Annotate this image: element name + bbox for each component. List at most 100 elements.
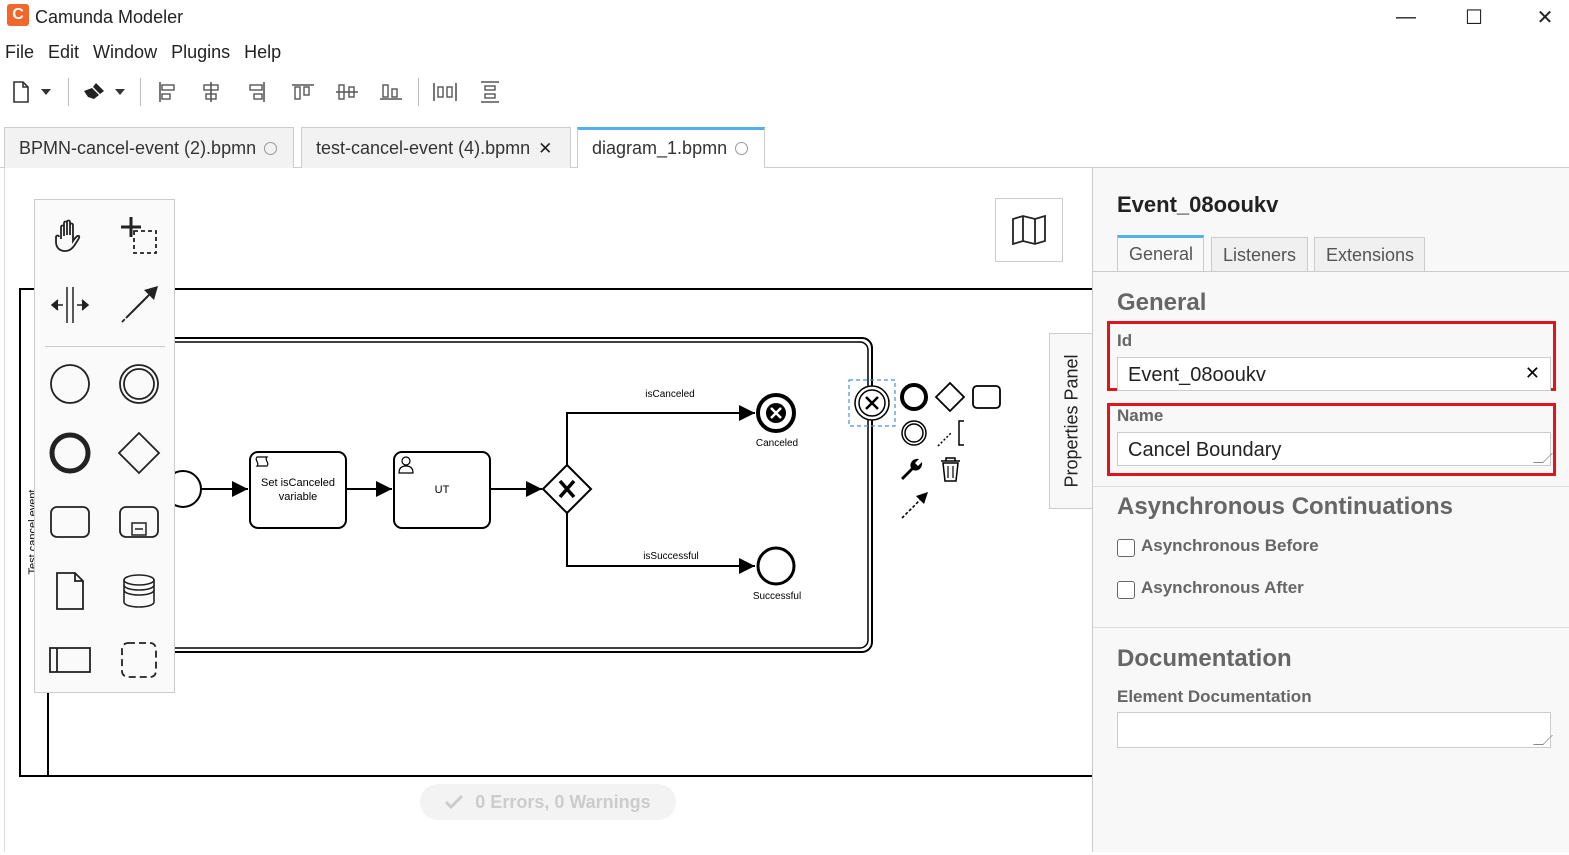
- documentation-textarea[interactable]: [1117, 712, 1553, 748]
- group-tool-icon[interactable]: [109, 630, 169, 690]
- section-divider: [1093, 486, 1569, 487]
- append-gateway-icon[interactable]: [934, 381, 966, 413]
- task-label: variable: [279, 491, 318, 503]
- app-title: Camunda Modeler: [35, 7, 184, 27]
- trash-icon[interactable]: [941, 457, 960, 482]
- flow-label: isCanceled: [645, 389, 694, 400]
- subprocess-tool-icon[interactable]: [109, 492, 169, 552]
- async-after-checkbox[interactable]: [1117, 581, 1135, 599]
- tab-extensions[interactable]: Extensions: [1314, 237, 1425, 271]
- tab-label: test-cancel-event (4).bpmn: [316, 138, 531, 158]
- tab-label: diagram_1.bpmn: [592, 138, 728, 158]
- append-task-icon[interactable]: [972, 385, 1001, 409]
- resize-handle-icon[interactable]: [1533, 735, 1553, 745]
- tab-diagram-1[interactable]: diagram_1.bpmn: [577, 127, 765, 169]
- cancel-boundary-event[interactable]: [854, 385, 890, 421]
- event-label: Successful: [753, 591, 801, 602]
- status-indicator[interactable]: 0 Errors, 0 Warnings: [420, 784, 676, 820]
- tab-label: BPMN-cancel-event (2).bpmn: [19, 138, 257, 158]
- hand-tool-icon[interactable]: [40, 206, 100, 266]
- sequence-flow-iscanceled[interactable]: [566, 405, 755, 465]
- title-bar: C Camunda Modeler — ☐ ✕: [0, 0, 1569, 34]
- async-after-label: Asynchronous After: [1141, 578, 1304, 597]
- pool[interactable]: [19, 288, 1092, 777]
- menu-file[interactable]: File: [0, 38, 43, 68]
- async-before-checkbox[interactable]: [1117, 539, 1135, 557]
- task-label: Set isCanceled: [261, 477, 335, 489]
- intermediate-event-tool-icon[interactable]: [109, 354, 169, 414]
- tab-general[interactable]: General: [1117, 235, 1204, 271]
- append-intermediate-event-icon[interactable]: [901, 420, 927, 446]
- unsaved-indicator-icon[interactable]: [264, 142, 278, 155]
- align-top-icon[interactable]: [290, 78, 316, 106]
- check-icon: [445, 795, 464, 809]
- append-end-event-icon[interactable]: [900, 383, 928, 411]
- menu-edit[interactable]: Edit: [43, 38, 88, 68]
- distribute-horizontal-icon[interactable]: [431, 78, 459, 106]
- menu-plugins[interactable]: Plugins: [166, 38, 239, 68]
- name-textarea[interactable]: Cancel Boundary: [1117, 432, 1553, 466]
- properties-panel: Event_08ooukv General Listeners Extensio…: [1092, 168, 1569, 852]
- async-before-label: Asynchronous Before: [1141, 536, 1319, 555]
- align-center-icon[interactable]: [200, 78, 222, 106]
- task-tool-icon[interactable]: [40, 492, 100, 552]
- tab-test-cancel-event[interactable]: test-cancel-event (4).bpmn ✕: [301, 127, 571, 168]
- unsaved-indicator-icon[interactable]: [735, 142, 749, 155]
- id-input[interactable]: Event_08ooukv ✕: [1117, 357, 1551, 391]
- section-documentation-heading: Documentation: [1117, 645, 1292, 672]
- close-tab-icon[interactable]: ✕: [538, 139, 552, 159]
- script-task[interactable]: [249, 451, 347, 529]
- maximize-button[interactable]: ☐: [1451, 2, 1497, 32]
- new-file-dropdown-icon[interactable]: [38, 78, 54, 106]
- align-right-icon[interactable]: [246, 78, 268, 106]
- new-file-icon[interactable]: [8, 78, 34, 106]
- task-label: UT: [435, 484, 450, 496]
- align-bottom-icon[interactable]: [378, 78, 404, 106]
- toolbar-divider: [140, 78, 141, 106]
- close-window-button[interactable]: ✕: [1522, 2, 1568, 32]
- properties-panel-toggle[interactable]: Properties Panel: [1049, 333, 1093, 509]
- align-left-icon[interactable]: [156, 78, 178, 106]
- data-store-tool-icon[interactable]: [109, 561, 169, 621]
- brush-icon[interactable]: [80, 78, 108, 106]
- clear-icon[interactable]: ✕: [1525, 363, 1540, 384]
- element-id-title: Event_08ooukv: [1117, 192, 1279, 217]
- exclusive-gateway[interactable]: [541, 463, 593, 515]
- end-event[interactable]: [756, 546, 796, 586]
- brush-dropdown-icon[interactable]: [112, 78, 128, 106]
- status-text: 0 Errors, 0 Warnings: [475, 791, 651, 812]
- subprocess[interactable]: [120, 337, 873, 653]
- subprocess-inner-border: [124, 341, 869, 649]
- end-event-tool-icon[interactable]: [40, 423, 100, 483]
- minimap-toggle-button[interactable]: [995, 198, 1063, 262]
- global-connect-tool-icon[interactable]: [109, 275, 169, 335]
- event-label: Canceled: [756, 438, 798, 449]
- space-tool-icon[interactable]: [40, 275, 100, 335]
- menu-help[interactable]: Help: [239, 38, 290, 68]
- documentation-label: Element Documentation: [1117, 687, 1312, 706]
- section-general-heading: General: [1117, 289, 1207, 316]
- start-event-tool-icon[interactable]: [40, 354, 100, 414]
- distribute-vertical-icon[interactable]: [478, 78, 502, 106]
- id-value: Event_08ooukv: [1128, 364, 1266, 386]
- connect-arrow-icon[interactable]: [901, 492, 928, 519]
- palette-divider: [45, 346, 165, 347]
- pool-tool-icon[interactable]: [40, 630, 100, 690]
- cancel-end-event[interactable]: [756, 393, 796, 433]
- id-label: Id: [1117, 331, 1133, 350]
- camunda-logo-icon: C: [7, 4, 29, 26]
- align-middle-icon[interactable]: [334, 78, 360, 106]
- menu-window[interactable]: Window: [88, 38, 166, 68]
- wrench-icon[interactable]: [901, 458, 923, 480]
- resize-handle-icon[interactable]: [1533, 453, 1553, 463]
- toolbar: [0, 72, 600, 112]
- tool-palette: [34, 199, 175, 693]
- lasso-tool-icon[interactable]: [109, 206, 169, 266]
- gateway-tool-icon[interactable]: [109, 423, 169, 483]
- minimize-button[interactable]: —: [1383, 2, 1429, 32]
- data-object-tool-icon[interactable]: [40, 561, 100, 621]
- tab-bpmn-cancel-event[interactable]: BPMN-cancel-event (2).bpmn: [4, 127, 294, 168]
- tab-baseline: [1093, 271, 1569, 272]
- tab-listeners[interactable]: Listeners: [1211, 237, 1308, 271]
- text-annotation-icon[interactable]: [937, 420, 964, 447]
